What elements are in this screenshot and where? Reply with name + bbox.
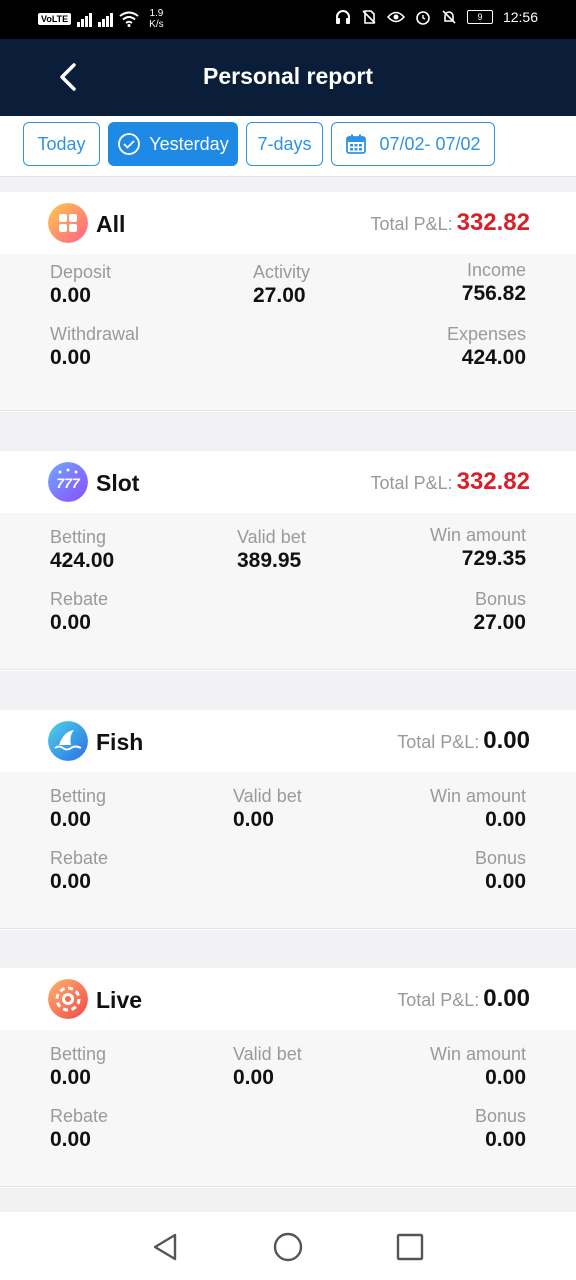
card-title: All	[96, 211, 126, 237]
calendar-icon	[345, 133, 367, 155]
report-card-slot: 777 Slot Total P&L: 332.82 Betting 424.0…	[0, 451, 576, 671]
filter-7days-label: 7-days	[257, 133, 312, 154]
status-bar: VoLTE 1.9 K/s 9 12:56	[0, 0, 576, 39]
total-pl-label: Total P&L:	[397, 990, 480, 1010]
alarm-icon	[416, 11, 430, 25]
card-title: Live	[96, 987, 143, 1013]
stat-betting: Betting 0.00	[50, 1044, 107, 1089]
circle-home-icon	[273, 1232, 303, 1262]
stat-valid-bet: Valid bet 389.95	[237, 527, 306, 572]
date-range-label: 07/02- 07/02	[379, 133, 481, 154]
status-left: VoLTE 1.9 K/s	[38, 8, 164, 30]
report-card-fish: Fish Total P&L: 0.00 Betting 0.00 Valid …	[0, 710, 576, 930]
card-stats: Betting 0.00 Valid bet 0.00 Win amount 0…	[0, 1030, 576, 1187]
stat-betting: Betting 0.00	[50, 786, 107, 831]
total-pl-value: 0.00	[483, 727, 530, 754]
no-sim-icon	[362, 10, 376, 24]
stat-bonus: Bonus 27.00	[473, 589, 526, 634]
card-header: Fish Total P&L: 0.00	[0, 710, 576, 770]
eye-icon	[386, 11, 405, 23]
wifi-icon	[119, 11, 139, 27]
nav-back-button[interactable]	[148, 1230, 182, 1264]
signal-icon	[98, 11, 114, 27]
total-pl: Total P&L: 332.82	[371, 209, 530, 237]
stat-rebate: Rebate 0.00	[50, 589, 109, 634]
total-pl-label: Total P&L:	[370, 214, 453, 234]
stat-bonus: Bonus 0.00	[474, 848, 526, 893]
grid-icon	[48, 203, 88, 243]
app-header: Personal report	[0, 39, 576, 116]
card-header: All Total P&L: 332.82	[0, 192, 576, 252]
filter-yesterday-label: Yesterday	[149, 133, 229, 154]
report-card-all: All Total P&L: 332.82 Deposit 0.00 Activ…	[0, 192, 576, 412]
card-stats: Deposit 0.00 Activity 27.00 Income 756.8…	[0, 254, 576, 411]
nav-home-button[interactable]	[271, 1230, 305, 1264]
report-card-live: Live Total P&L: 0.00 Betting 0.00 Valid …	[0, 968, 576, 1188]
battery-icon: 9	[466, 10, 493, 24]
total-pl-value: 332.82	[456, 468, 530, 495]
date-range-picker[interactable]: 07/02- 07/02	[331, 122, 495, 166]
stat-win-amount: Win amount 0.00	[429, 1044, 526, 1089]
stat-income: Income 756.82	[461, 260, 526, 305]
total-pl-label: Total P&L:	[370, 473, 453, 493]
poker-chip-icon	[48, 979, 88, 1019]
stat-activity: Activity 27.00	[253, 262, 311, 307]
nav-recent-button[interactable]	[393, 1230, 427, 1264]
stat-win-amount: Win amount 0.00	[429, 786, 526, 831]
stat-rebate: Rebate 0.00	[50, 1106, 109, 1151]
total-pl: Total P&L: 0.00	[397, 727, 530, 755]
status-right: 9 12:56	[335, 9, 538, 25]
shark-fin-icon	[48, 721, 88, 761]
filter-7days-button[interactable]: 7-days	[246, 122, 323, 166]
svg-text:777: 777	[56, 475, 81, 491]
triangle-back-icon	[153, 1233, 177, 1261]
total-pl-label: Total P&L:	[397, 732, 480, 752]
total-pl: Total P&L: 332.82	[371, 468, 530, 496]
mute-bell-icon	[442, 10, 456, 24]
stat-betting: Betting 424.00	[50, 527, 115, 572]
check-circle-icon	[117, 132, 141, 156]
stat-rebate: Rebate 0.00	[50, 848, 109, 893]
stat-valid-bet: Valid bet 0.00	[233, 1044, 302, 1089]
stat-valid-bet: Valid bet 0.00	[233, 786, 302, 831]
total-pl: Total P&L: 0.00	[397, 985, 530, 1013]
stat-deposit: Deposit 0.00	[50, 262, 112, 307]
square-recent-icon	[396, 1233, 424, 1261]
stat-withdrawal: Withdrawal 0.00	[50, 324, 140, 369]
total-pl-value: 332.82	[456, 209, 530, 236]
card-header: Live Total P&L: 0.00	[0, 968, 576, 1028]
date-filter-bar: Today Yesterday 7-days 07/02- 07/02	[0, 116, 576, 177]
volte-badge: VoLTE	[38, 13, 72, 25]
card-title: Fish	[96, 729, 144, 755]
headphones-icon	[335, 10, 350, 24]
stat-expenses: Expenses 424.00	[446, 324, 526, 369]
total-pl-value: 0.00	[483, 985, 530, 1012]
stat-win-amount: Win amount 729.35	[429, 525, 526, 570]
system-nav-bar	[0, 1212, 576, 1280]
card-stats: Betting 0.00 Valid bet 0.00 Win amount 0…	[0, 772, 576, 929]
filter-today-label: Today	[37, 133, 86, 154]
status-time: 12:56	[502, 9, 538, 25]
page-title: Personal report	[203, 63, 373, 89]
net-speed: 1.9 K/s	[149, 8, 164, 30]
filter-yesterday-button[interactable]: Yesterday	[108, 122, 238, 166]
stat-bonus: Bonus 0.00	[474, 1106, 526, 1151]
filter-today-button[interactable]: Today	[23, 122, 100, 166]
card-stats: Betting 424.00 Valid bet 389.95 Win amou…	[0, 513, 576, 670]
slot-777-icon: 777	[48, 462, 88, 502]
signal-icon	[77, 11, 93, 27]
card-header: 777 Slot Total P&L: 332.82	[0, 451, 576, 511]
card-title: Slot	[96, 470, 140, 496]
